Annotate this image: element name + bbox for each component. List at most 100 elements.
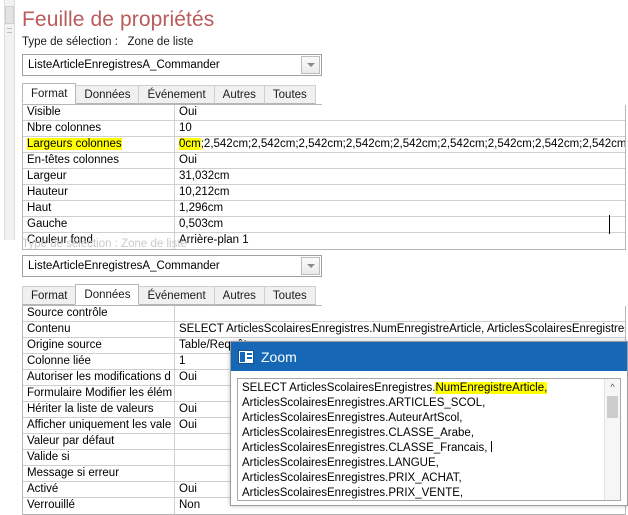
access-property-sheet-screen: Feuille de propriétés Type de sélection … [0, 0, 628, 515]
sql-line: SELECT ArticlesScolairesEnregistres.NumE… [242, 382, 548, 394]
zoom-dialog-title: Zoom [261, 348, 297, 365]
zoom-vertical-scrollbar[interactable]: ^ [604, 379, 620, 500]
property-label: Message si erreur [23, 466, 175, 481]
clipped-selection-type-row: Type de sélection : Zone de liste [22, 238, 187, 250]
property-value[interactable]: 0,503cm [175, 217, 625, 232]
tab-toutes[interactable]: Toutes [263, 286, 316, 305]
property-label: Largeur [23, 169, 175, 184]
tab-autres[interactable]: Autres [213, 85, 265, 104]
property-label: Autoriser les modifications d [23, 370, 175, 385]
property-label: En-têtes colonnes [23, 153, 175, 168]
sql-text-cursor [491, 441, 493, 452]
highlighted-value-text: 0cm [179, 138, 201, 150]
tab-label: Données [84, 289, 131, 301]
property-row[interactable]: En-têtes colonnes Oui [23, 153, 625, 169]
property-label: Origine source [23, 338, 175, 353]
sql-line: ArticlesScolairesEnregistres.PRIX_ACHAT, [242, 472, 462, 484]
property-label: Source contrôle [23, 306, 175, 321]
page-title: Feuille de propriétés [22, 8, 215, 31]
property-row[interactable]: Nbre colonnes 10 [23, 121, 625, 137]
object-selector-value: ListeArticleEnregistresA_Commander [28, 59, 220, 71]
property-row[interactable]: Largeur 31,032cm [23, 169, 625, 185]
zoom-dialog-titlebar[interactable]: Zoom [231, 342, 627, 371]
tab-format[interactable]: Format [22, 83, 77, 104]
property-label: Verrouillé [23, 498, 175, 514]
sql-line: ArticlesScolairesEnregistres.ARTICLES_SC… [242, 397, 486, 409]
tab-label: Toutes [272, 290, 307, 302]
tab-vnement[interactable]: Événement [138, 286, 215, 305]
property-value[interactable]: SELECT ArticlesScolairesEnregistres.NumE… [175, 322, 625, 337]
property-row[interactable]: Source contrôle [23, 306, 625, 322]
tab-label: Données [84, 89, 131, 101]
tab-donnes[interactable]: Données [75, 284, 140, 305]
property-label: Visible [23, 105, 175, 120]
sql-line: ArticlesScolairesEnregistres.LANGUE, [242, 457, 439, 469]
selection-type-line: Type de sélection : Zone de liste [14, 34, 628, 52]
chevron-up-icon[interactable]: ^ [605, 379, 620, 394]
zoom-window-icon [238, 349, 254, 364]
tab-label: Format [31, 88, 68, 100]
object-selector-value-2: ListeArticleEnregistresA_Commander [28, 260, 220, 272]
tab-label: Événement [147, 89, 206, 101]
property-label: Valeur par défaut [23, 434, 175, 449]
property-value[interactable]: Oui [175, 153, 625, 168]
zoom-dialog[interactable]: Zoom SELECT ArticlesScolairesEnregistres… [230, 341, 628, 506]
property-tabs-format: Format Données Événement Autres Toutes [22, 83, 322, 105]
zoom-scrollbar-thumb[interactable] [607, 396, 618, 418]
property-label: Afficher uniquement les vale [23, 418, 175, 433]
property-value[interactable]: 10,212cm [175, 185, 625, 200]
property-value[interactable]: 0cm;2,542cm;2,542cm;2,542cm;2,542cm;2,54… [175, 137, 625, 152]
tab-vnement[interactable]: Événement [138, 85, 215, 104]
scrollbar-tick-secondary [7, 32, 12, 33]
property-label: Largeurs colonnes [23, 137, 175, 152]
property-grid-format: Visible Oui Nbre colonnes 10 Largeurs colonn… [22, 105, 626, 250]
property-label: Valide si [23, 450, 175, 465]
chevron-down-icon[interactable] [301, 257, 320, 275]
tab-label: Toutes [272, 89, 307, 101]
property-label: Contenu [23, 322, 175, 337]
property-label: Haut [23, 201, 175, 216]
sql-line: ArticlesScolairesEnregistres.PRIX_VENTE, [242, 487, 464, 499]
property-row[interactable]: Haut 1,296cm [23, 201, 625, 217]
tab-label: Autres [222, 290, 256, 302]
property-label: Hériter la liste de valeurs [23, 402, 175, 417]
tab-toutes[interactable]: Toutes [263, 85, 316, 104]
property-label: Activé [23, 482, 175, 497]
property-value[interactable]: 1,296cm [175, 201, 625, 216]
tab-format[interactable]: Format [22, 286, 77, 305]
object-selector-combobox[interactable]: ListeArticleEnregistresA_Commander [22, 54, 322, 76]
tab-donnes[interactable]: Données [75, 85, 140, 104]
highlighted-sql-token: NumEnregistreArticle, [435, 382, 548, 394]
property-label: Hauteur [23, 185, 175, 200]
tab-label: Format [31, 290, 68, 302]
tab-autres[interactable]: Autres [213, 286, 265, 305]
property-row[interactable]: Gauche 0,503cm [23, 217, 625, 233]
highlighted-label-text: Largeurs colonnes [27, 138, 122, 150]
tab-label: Autres [222, 89, 256, 101]
sql-line: ArticlesScolairesEnregistres.CLASSE_Fran… [242, 441, 602, 456]
property-value[interactable]: 10 [175, 121, 625, 136]
scrollbar-thumb[interactable] [5, 6, 14, 24]
scrollbar-tick [7, 28, 12, 29]
property-value[interactable]: Arrière-plan 1 [175, 233, 625, 249]
object-selector-combobox-2[interactable]: ListeArticleEnregistresA_Commander [22, 255, 322, 277]
property-label: Formulaire Modifier les élém [23, 386, 175, 401]
sql-text-content: SELECT ArticlesScolairesEnregistres.NumE… [242, 381, 602, 500]
property-value[interactable]: 31,032cm [175, 169, 625, 184]
sql-line: ArticlesScolairesEnregistres.CLASSE_Arab… [242, 427, 475, 439]
property-row[interactable]: Contenu SELECT ArticlesScolairesEnregistr… [23, 322, 625, 338]
property-row[interactable]: Largeurs colonnes 0cm;2,542cm;2,542cm;2,5… [23, 137, 625, 153]
chevron-down-icon[interactable] [301, 56, 320, 74]
zoom-textarea[interactable]: SELECT ArticlesScolairesEnregistres.NumE… [237, 378, 621, 501]
property-sheet-panel-format: Feuille de propriétés Type de sélection … [14, 0, 628, 250]
selection-type-label: Type de sélection : [22, 36, 118, 48]
selection-type-value: Zone de liste [127, 36, 194, 48]
property-label: Colonne liée [23, 354, 175, 369]
property-label: Gauche [23, 217, 175, 232]
tab-label: Événement [147, 290, 206, 302]
property-row[interactable]: Visible Oui [23, 105, 625, 121]
property-label: Nbre colonnes [23, 121, 175, 136]
property-value[interactable] [175, 306, 625, 321]
property-row[interactable]: Hauteur 10,212cm [23, 185, 625, 201]
property-value[interactable]: Oui [175, 105, 625, 120]
